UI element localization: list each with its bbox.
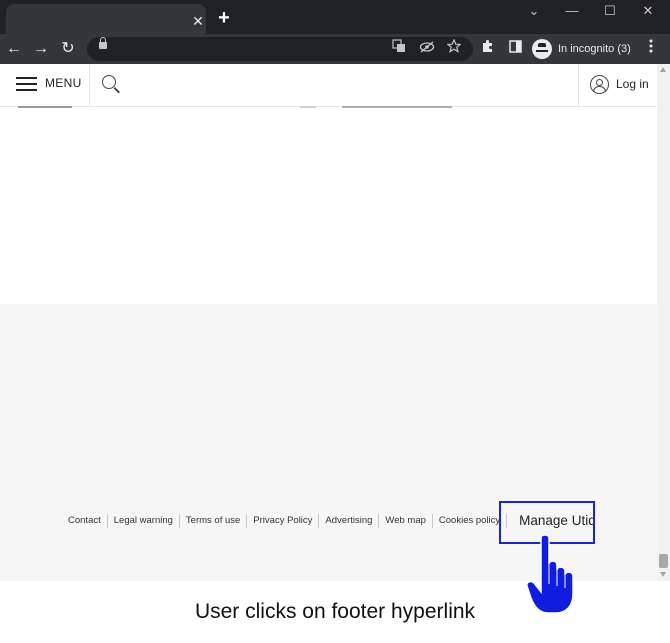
- header-divider: [578, 64, 579, 106]
- star-icon[interactable]: [444, 38, 464, 59]
- user-icon: [590, 75, 609, 94]
- footer-link-web-map[interactable]: Web map: [379, 514, 433, 528]
- menu-button[interactable]: MENU: [14, 74, 84, 96]
- translate-icon[interactable]: [389, 39, 409, 59]
- incognito-label: In incognito (3): [558, 43, 631, 55]
- reload-icon[interactable]: ↻: [58, 39, 78, 59]
- tab-close-icon[interactable]: ✕: [190, 13, 206, 29]
- puzzle-icon[interactable]: [478, 39, 498, 59]
- minimize-icon[interactable]: —: [558, 2, 586, 20]
- scroll-up-icon[interactable]: [660, 67, 666, 72]
- site-header: MENU Log in: [0, 64, 657, 107]
- side-panel-icon[interactable]: [505, 39, 525, 59]
- window-close-icon[interactable]: ✕: [634, 2, 662, 20]
- footer-link-terms-of-use[interactable]: Terms of use: [180, 514, 248, 528]
- login-button[interactable]: Log in: [590, 75, 652, 97]
- content-fragment: [342, 106, 452, 108]
- footer-link-privacy-policy[interactable]: Privacy Policy: [247, 514, 320, 528]
- footer-link-cookies-policy[interactable]: Cookies policy: [433, 514, 508, 528]
- content-fragment: [300, 106, 316, 108]
- annotation-caption: User clicks on footer hyperlink: [194, 600, 476, 623]
- browser-titlebar: ✕ + ⌄ — ☐ ✕: [0, 0, 670, 34]
- kebab-menu-icon[interactable]: [641, 39, 661, 59]
- hamburger-icon: [16, 77, 37, 79]
- forward-icon[interactable]: →: [31, 39, 51, 59]
- incognito-profile-button[interactable]: In incognito (3): [532, 38, 632, 60]
- footer-link-legal-warning[interactable]: Legal warning: [108, 514, 180, 528]
- scrollbar[interactable]: [657, 64, 670, 581]
- eye-off-icon[interactable]: [417, 39, 437, 59]
- search-icon[interactable]: [101, 74, 123, 96]
- scroll-down-icon[interactable]: [660, 572, 666, 577]
- login-label: Log in: [616, 77, 649, 91]
- scrollbar-thumb[interactable]: [659, 554, 668, 568]
- footer-link-contact[interactable]: Contact: [62, 514, 108, 528]
- tab-search-icon[interactable]: ⌄: [520, 2, 548, 20]
- maximize-icon[interactable]: ☐: [596, 2, 624, 20]
- menu-label: MENU: [45, 76, 82, 90]
- new-tab-icon[interactable]: +: [214, 8, 234, 28]
- header-divider: [89, 64, 90, 106]
- address-bar[interactable]: [87, 37, 473, 61]
- browser-tab[interactable]: ✕: [6, 4, 206, 34]
- back-icon[interactable]: ←: [4, 39, 24, 59]
- browser-toolbar: ← → ↻ In incognito (3): [0, 34, 670, 64]
- incognito-icon: [532, 39, 552, 59]
- lock-icon: [99, 37, 107, 49]
- footer-link-advertising[interactable]: Advertising: [319, 514, 380, 528]
- content-fragment: [18, 106, 72, 108]
